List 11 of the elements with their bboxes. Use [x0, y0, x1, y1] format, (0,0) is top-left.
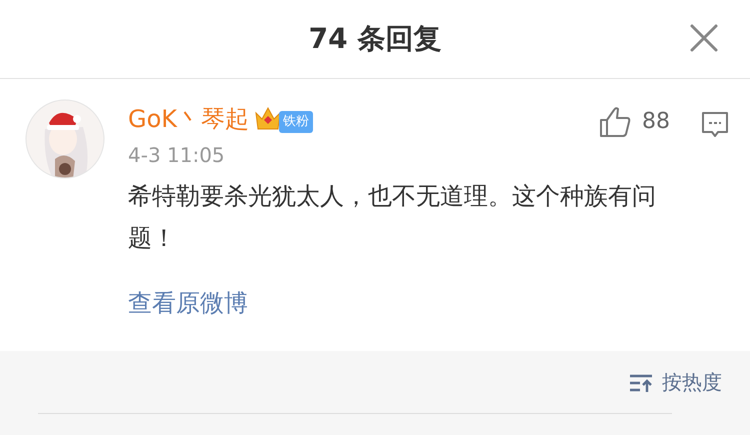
comment-icon[interactable] — [700, 109, 730, 139]
dialog-title: 74 条回复 — [308, 21, 442, 57]
username[interactable]: GoK丶琴起 — [128, 103, 250, 135]
view-original-link[interactable]: 查看原微博 — [128, 287, 248, 319]
comment-time: 4-3 11:05 — [128, 143, 226, 167]
comment-text: 希特勒要杀光犹太人，也不无道理。这个种族有问题！ — [128, 181, 657, 254]
sort-button[interactable]: 按热度 — [662, 369, 722, 396]
fan-badge: 铁粉 — [279, 111, 314, 133]
close-icon[interactable] — [689, 23, 719, 53]
like-count: 88 — [642, 109, 670, 134]
thumbs-up-icon[interactable] — [598, 105, 632, 139]
